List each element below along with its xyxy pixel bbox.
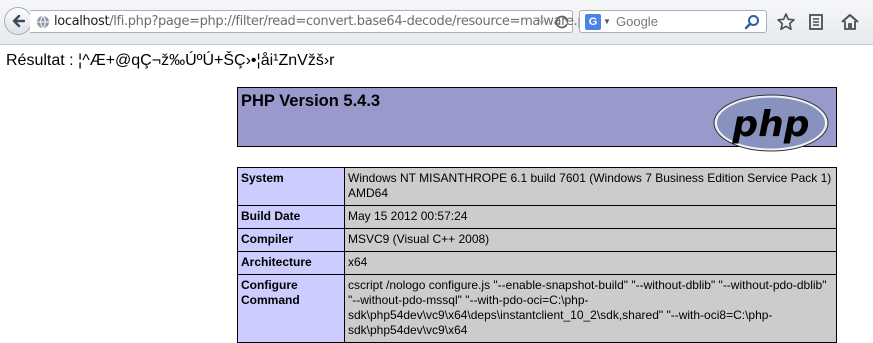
bookmarks-icon[interactable] <box>806 12 826 32</box>
row-value: May 15 2012 00:57:24 <box>344 205 837 229</box>
table-row: Architecture x64 <box>237 251 837 275</box>
table-row: Configure Command cscript /nologo configu… <box>237 274 837 343</box>
row-label: Configure Command <box>237 274 345 343</box>
row-label: Architecture <box>237 251 345 275</box>
php-version-title: PHP Version 5.4.3 <box>241 92 381 110</box>
url-text[interactable]: localhost/lfi.php?page=php://filter/read… <box>54 14 601 29</box>
result-text: Résultat : ¦^Æ+@qÇ¬ž‰Úº­Ú+ŠÇ›•¦åi¹ZnVžš›… <box>6 52 335 69</box>
star-icon[interactable] <box>776 12 796 32</box>
row-value: cscript /nologo configure.js "--enable-s… <box>344 274 837 343</box>
search-engine-dropdown-icon[interactable]: ▼ <box>603 17 611 26</box>
magnifier-icon[interactable] <box>744 14 760 30</box>
back-icon <box>12 14 25 28</box>
search-engine-icon[interactable]: G <box>585 14 601 30</box>
row-label: System <box>237 167 345 206</box>
home-icon[interactable] <box>840 12 860 32</box>
php-logo-icon[interactable]: php <box>712 92 832 154</box>
search-bar[interactable]: G ▼ Google <box>579 10 767 33</box>
php-logo-text: php <box>731 104 809 145</box>
table-row: Compiler MSVC9 (Visual C++ 2008) <box>237 228 837 252</box>
table-row: Build Date May 15 2012 00:57:24 <box>237 205 837 229</box>
phpinfo-table: System Windows NT MISANTHROPE 6.1 build 7… <box>237 167 837 343</box>
url-history-dropdown-icon[interactable]: ▽ <box>538 16 548 28</box>
phpinfo-header: PHP Version 5.4.3 php <box>237 87 837 152</box>
reload-icon[interactable] <box>554 14 570 30</box>
url-path: /lfi.php?page=php://filter/read=convert.… <box>109 14 602 29</box>
row-value: MSVC9 (Visual C++ 2008) <box>344 228 837 252</box>
row-value: Windows NT MISANTHROPE 6.1 build 7601 (W… <box>344 167 837 206</box>
row-value: x64 <box>344 251 837 275</box>
row-label: Build Date <box>237 205 345 229</box>
row-label: Compiler <box>237 228 345 252</box>
browser-toolbar: localhost/lfi.php?page=php://filter/read… <box>0 0 873 45</box>
search-placeholder[interactable]: Google <box>616 14 658 29</box>
back-button[interactable] <box>4 7 32 35</box>
url-bar[interactable]: localhost/lfi.php?page=php://filter/read… <box>30 10 601 33</box>
globe-icon <box>37 15 49 29</box>
url-host: localhost <box>54 14 110 29</box>
table-row: System Windows NT MISANTHROPE 6.1 build 7… <box>237 167 837 206</box>
